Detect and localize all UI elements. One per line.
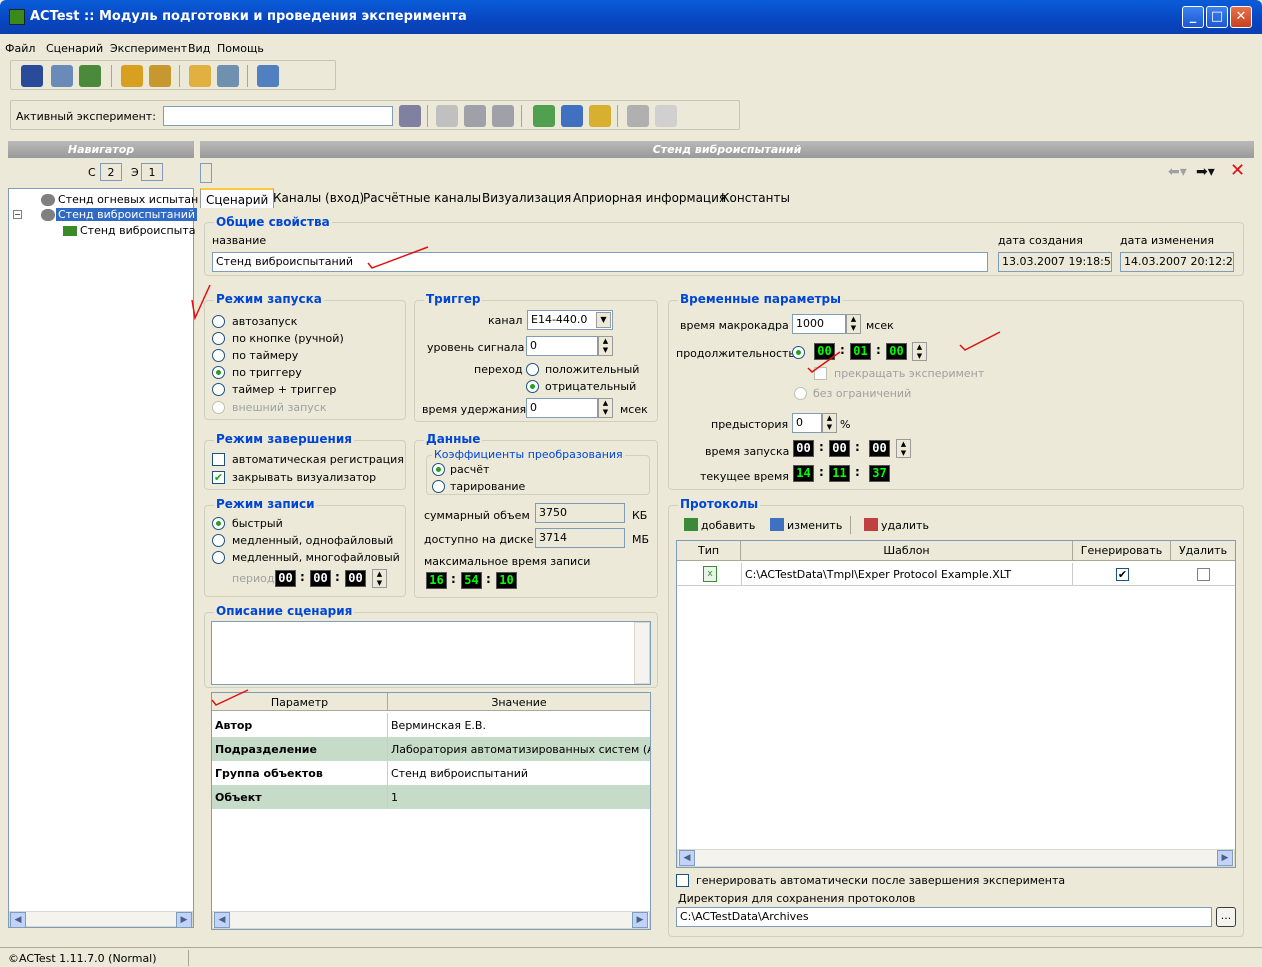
status-bar: ©ACTest 1.11.7.0 (Normal) bbox=[0, 947, 1262, 967]
status-text: ©ACTest 1.11.7.0 (Normal) bbox=[8, 952, 157, 965]
annotation-marks bbox=[191, 246, 1001, 706]
